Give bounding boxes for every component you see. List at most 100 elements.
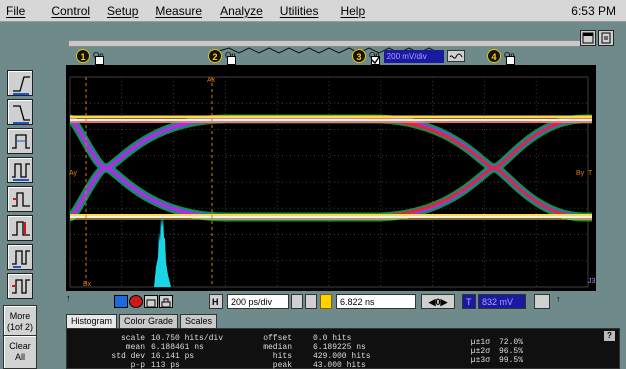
timebase-field[interactable]: 200 ps/div xyxy=(227,294,289,309)
stat-3sigma-value: 99.5% xyxy=(499,356,524,365)
trigger-level-field[interactable]: 832 mV xyxy=(478,294,526,309)
stat-scale-label: scale xyxy=(120,334,145,343)
position-nav-buttons[interactable]: ◀0▶ xyxy=(421,294,455,309)
timebase-down-button[interactable] xyxy=(291,294,303,309)
histogram-overlay xyxy=(154,215,171,287)
position-field[interactable]: 6.822 ns xyxy=(336,294,416,309)
stat-offset-label: offset xyxy=(263,334,292,343)
channel-4-checkbox[interactable] xyxy=(505,55,515,65)
stat-median-label: median xyxy=(263,343,292,352)
menu-analyze[interactable]: Analyze xyxy=(220,4,263,18)
channel-3-ground-label: J3 xyxy=(588,278,596,285)
stat-mean-value: 6.188461 ns xyxy=(151,343,204,352)
menu-file[interactable]: File xyxy=(6,4,25,18)
menu-measure[interactable]: Measure xyxy=(155,4,202,18)
expand-up-icon[interactable]: ↑ xyxy=(556,294,561,304)
marker-bx-label: Bx xyxy=(83,281,92,288)
stat-1sigma-label: µ±1σ xyxy=(470,338,490,347)
checkmark-icon xyxy=(371,56,380,64)
channel-2-badge: 2 xyxy=(208,49,222,63)
channel-1-badge: 1 xyxy=(76,49,90,63)
channel-2-control: 2 On xyxy=(208,48,236,65)
top-level-button[interactable] xyxy=(7,244,33,270)
more-button[interactable]: More (1of 2) xyxy=(3,305,37,339)
image-button[interactable] xyxy=(144,295,158,308)
top-level-icon xyxy=(12,250,30,268)
stat-hits-label: hits xyxy=(272,352,292,361)
menu-control[interactable]: Control xyxy=(51,4,90,18)
stats-col2-values: 0.0 hits 6.189225 ns 429.000 hits 43.000 hi… xyxy=(313,334,371,369)
period-button[interactable] xyxy=(7,157,33,183)
position-marker-badge xyxy=(320,294,332,309)
channel-3-scale-stepper[interactable] xyxy=(446,50,465,62)
base-level-icon xyxy=(12,279,30,294)
channel-4-control: 4 On xyxy=(487,48,515,65)
print-screen-button[interactable] xyxy=(159,295,173,308)
base-level-button[interactable] xyxy=(7,273,33,299)
histogram-stats-panel: ? scale mean std dev p-p 10.750 hits/div 6.1… xyxy=(66,328,620,369)
falling-edge-icon xyxy=(13,105,30,124)
clear-all-button-label: Clear All xyxy=(9,341,31,362)
menu-help[interactable]: Help xyxy=(340,4,365,18)
up-arrow-icon: ↑ xyxy=(66,293,71,303)
rise-time-icon xyxy=(12,192,30,207)
help-icon[interactable]: ? xyxy=(604,331,615,341)
clear-all-button[interactable]: Clear All xyxy=(3,335,37,369)
position-nav-value: 0 xyxy=(435,297,441,307)
print-icon xyxy=(601,32,611,44)
eye-diagram-plot: Ax Ay Bx By T J3 xyxy=(67,76,596,288)
trigger-label: T xyxy=(462,294,476,309)
horizontal-label: H xyxy=(209,294,223,309)
timebase-up-button[interactable] xyxy=(305,294,317,309)
record-button[interactable] xyxy=(129,295,143,308)
stat-peak-label: peak xyxy=(272,361,292,369)
marker-ax-label: Ax xyxy=(207,77,216,84)
waveform-overview-strip[interactable] xyxy=(68,40,590,54)
stat-hits-value: 429.000 hits xyxy=(313,352,371,361)
menu-utilities[interactable]: Utilities xyxy=(280,4,319,18)
period-icon xyxy=(12,163,30,181)
falling-edge-button[interactable] xyxy=(7,99,33,125)
oscilloscope-window: File Control Setup Measure Analyze Utili… xyxy=(0,0,626,369)
menu-bar: File Control Setup Measure Analyze Utili… xyxy=(0,0,626,22)
more-button-label: More (1of 2) xyxy=(6,311,33,332)
stats-col2-labels: offset median hits peak xyxy=(242,334,292,369)
stat-3sigma-label: µ±3σ xyxy=(470,356,490,365)
rise-time-button[interactable] xyxy=(7,186,33,212)
window-mode-button[interactable] xyxy=(580,30,596,46)
stat-1sigma-value: 72.0% xyxy=(499,338,524,347)
tab-scales[interactable]: Scales xyxy=(180,314,218,328)
cyan-mode-button[interactable] xyxy=(114,295,128,308)
histogram-spike xyxy=(154,215,171,287)
channel-3-scale-field[interactable]: 200 mV/div xyxy=(383,49,444,63)
channel-1-checkbox[interactable] xyxy=(94,55,104,65)
scope-display[interactable]: Ax Ay Bx By T J3 xyxy=(66,65,596,291)
rising-edge-button[interactable] xyxy=(7,70,33,96)
stat-scale-value: 10.750 hits/div xyxy=(151,334,224,343)
menu-setup[interactable]: Setup xyxy=(107,4,138,18)
stat-peak-value: 43.000 hits xyxy=(313,361,366,369)
marker-by-label: By xyxy=(576,170,585,177)
display-mode-buttons xyxy=(114,295,173,308)
amplitude-button[interactable] xyxy=(7,215,33,241)
channel-2-checkbox[interactable] xyxy=(226,55,236,65)
tab-histogram[interactable]: Histogram xyxy=(66,314,118,328)
stat-pp-value: 113 ps xyxy=(151,361,180,369)
channel-1-control: 1 On xyxy=(76,48,104,65)
clock: 6:53 PM xyxy=(571,4,616,18)
stat-2sigma-label: µ±2σ xyxy=(470,347,490,356)
stat-mean-label: mean xyxy=(125,343,145,352)
channel-3-control: 3 On 200 mV/div xyxy=(352,48,465,65)
tab-color-grade[interactable]: Color Grade xyxy=(119,314,179,328)
channel-3-checkbox[interactable] xyxy=(370,55,380,65)
eye-diagram-traces xyxy=(67,114,592,222)
stat-offset-value: 0.0 hits xyxy=(313,334,352,343)
stat-stddev-label: std dev xyxy=(111,352,145,361)
trigger-level-stepper[interactable] xyxy=(534,294,550,309)
pulse-width-icon xyxy=(12,134,30,149)
analysis-tabs: Histogram Color Grade Scales xyxy=(66,314,219,328)
print-button[interactable] xyxy=(598,30,614,46)
stats-col1-labels: scale mean std dev p-p xyxy=(67,334,145,369)
pulse-width-button[interactable] xyxy=(7,128,33,154)
rising-edge-icon xyxy=(13,76,30,95)
